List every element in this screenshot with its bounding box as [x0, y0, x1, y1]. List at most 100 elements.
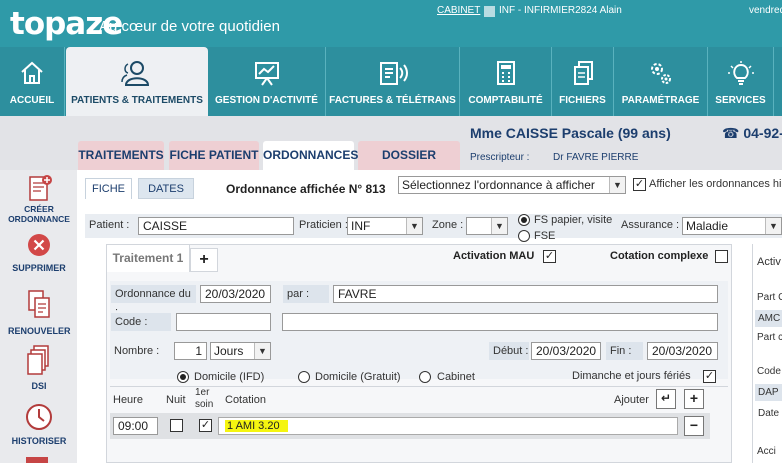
current-date: vendred — [749, 5, 782, 16]
cabinet-link[interactable]: CABINET — [437, 5, 480, 16]
col-1er-soin: 1er soin — [195, 387, 214, 410]
nav-services[interactable]: SERVICES — [708, 47, 774, 116]
nav-accueil[interactable]: ACCUEIL — [0, 47, 65, 116]
chevron-down-icon: ▼ — [254, 343, 270, 359]
activation-mau-label: Activation MAU — [453, 250, 535, 262]
zone-select[interactable]: ▼ — [466, 217, 508, 235]
col-nuit: Nuit — [166, 394, 186, 406]
praticien-label: Praticien : — [299, 219, 348, 231]
dsi-label: DSI — [31, 381, 47, 391]
col-heure: Heure — [113, 394, 143, 406]
delete-label: SUPPRIMER — [12, 263, 66, 273]
subtab-fiche[interactable]: FICHE — [85, 178, 132, 199]
amc-label: AMC — [755, 310, 782, 327]
ordonnance-du-label: Ordonnance du : — [111, 285, 196, 318]
nav-patients[interactable]: PATIENTS & TRAITEMENTS — [66, 47, 208, 117]
enter-icon[interactable]: ↵ — [656, 389, 676, 409]
ordonnance-date-input[interactable]: 20/03/2020 — [200, 285, 271, 303]
tab-fiche-patient[interactable]: FICHE PATIENT — [169, 141, 259, 170]
chevron-down-icon: ▼ — [609, 177, 625, 193]
cotation-complexe-checkbox[interactable] — [715, 250, 728, 263]
tagline: Au cœur de votre quotidien — [99, 18, 280, 35]
renew-label: RENOUVELER — [8, 326, 71, 336]
par-label: par : — [283, 285, 329, 303]
renew-button[interactable]: RENOUVELER — [8, 288, 71, 336]
code-label: Code : — [111, 313, 171, 331]
next-action-icon-partial — [26, 457, 48, 463]
nav-factures[interactable]: FACTURES & TÉLÉTRANS — [326, 47, 460, 116]
nuit-checkbox[interactable] — [170, 419, 183, 432]
zone-label: Zone : — [432, 219, 464, 231]
gears-icon — [650, 63, 671, 84]
users-icon — [121, 61, 150, 86]
tab-traitement-1[interactable]: Traitement 1 — [106, 244, 190, 272]
domicile-gratuit-radio[interactable] — [298, 371, 310, 383]
code-input[interactable] — [176, 313, 271, 331]
fse-radio[interactable] — [518, 230, 530, 242]
heure-input[interactable]: 09:00 — [113, 417, 158, 435]
code-description-input[interactable] — [282, 313, 718, 331]
nav-parametrage[interactable]: PARAMÉTRAGE — [614, 47, 708, 116]
praticien-select[interactable]: INF ▼ — [347, 217, 423, 235]
create-prescription-button[interactable]: CRÉER ORDONNANCE — [8, 173, 70, 224]
nav-label: COMPTABILITÉ — [468, 95, 543, 106]
chevron-down-icon: ▼ — [406, 218, 422, 234]
prescripteur-value: Dr FAVRE PIERRE — [553, 152, 639, 163]
cotation-input[interactable]: 1 AMI 3.20 — [218, 417, 678, 435]
fs-papier-radio[interactable] — [518, 214, 530, 226]
lightbulb-icon — [727, 61, 754, 85]
create-prescription-label: CRÉER ORDONNANCE — [8, 204, 70, 224]
assurance-select[interactable]: Maladie ▼ — [682, 217, 782, 235]
date-label: Date — [755, 405, 782, 422]
user-color-swatch — [484, 6, 495, 17]
patient-input[interactable]: CAISSE — [138, 217, 294, 235]
dsi-button[interactable]: DSI — [8, 344, 70, 391]
current-user: INF - INFIRMIER2824 Alain — [499, 5, 622, 16]
add-cotation-button[interactable]: + — [684, 389, 704, 409]
chevron-down-icon: ▼ — [491, 218, 507, 234]
tab-dossier-medical[interactable]: DOSSIER MÉDICAL — [358, 141, 460, 191]
fin-label: Fin : — [606, 342, 643, 360]
ordonnance-select-value: Sélectionnez l'ordonnance à afficher — [402, 178, 595, 192]
unit-select[interactable]: Jours ▼ — [210, 342, 271, 360]
nav-label: PATIENTS & TRAITEMENTS — [71, 95, 203, 106]
create-prescription-icon — [29, 175, 52, 201]
nombre-label: Nombre : — [114, 345, 160, 357]
nav-comptabilite[interactable]: COMPTABILITÉ — [460, 47, 552, 116]
acci-label: Acci — [757, 446, 776, 457]
col-cotation: Cotation — [225, 394, 266, 406]
activation-mau-checkbox[interactable]: ✓ — [543, 250, 556, 263]
domicile-ifd-radio[interactable] — [177, 371, 189, 383]
par-input[interactable]: FAVRE — [333, 285, 718, 303]
tab-ordonnances[interactable]: ORDONNANCES — [263, 141, 358, 170]
cabinet-label: Cabinet — [437, 371, 475, 383]
subtab-dates[interactable]: DATES — [138, 178, 194, 199]
part-c-label: Part C — [757, 292, 782, 303]
assurance-label: Assurance : — [621, 219, 680, 231]
ordonnance-select[interactable]: Sélectionnez l'ordonnance à afficher ▼ — [398, 176, 626, 194]
ordonnance-title: Ordonnance affichée N° 813 — [226, 182, 386, 196]
historize-button[interactable]: HISTORISER — [8, 402, 70, 446]
nav-label: SERVICES — [715, 95, 766, 106]
add-traitement-button[interactable]: + — [190, 248, 218, 272]
cabinet-radio[interactable] — [419, 371, 431, 383]
delete-icon — [28, 234, 50, 256]
nav-label: PARAMÉTRAGE — [621, 95, 700, 106]
nombre-input[interactable]: 1 — [174, 342, 207, 360]
domicile-gratuit-label: Domicile (Gratuit) — [315, 371, 401, 383]
dimanche-checkbox[interactable]: ✓ — [703, 370, 716, 383]
premier-soin-checkbox[interactable]: ✓ — [199, 419, 212, 432]
tab-traitements[interactable]: TRAITEMENTS — [78, 141, 164, 170]
debut-input[interactable]: 20/03/2020 — [531, 342, 601, 360]
dimanche-label: Dimanche et jours fériés — [572, 370, 691, 382]
fse-label: FSE — [534, 230, 556, 242]
show-history-checkbox[interactable]: ✓ — [633, 178, 646, 191]
remove-cotation-button[interactable]: − — [684, 416, 704, 436]
calculator-icon — [496, 61, 515, 85]
prescripteur-label: Prescripteur : — [470, 152, 530, 163]
nav-gestion[interactable]: GESTION D'ACTIVITÉ — [208, 47, 326, 116]
fin-input[interactable]: 20/03/2020 — [647, 342, 718, 360]
nav-fichiers[interactable]: FICHIERS — [552, 47, 614, 116]
patient-phone: ☎ 04-92- — [722, 125, 782, 141]
delete-button[interactable]: SUPPRIMER — [8, 232, 70, 273]
